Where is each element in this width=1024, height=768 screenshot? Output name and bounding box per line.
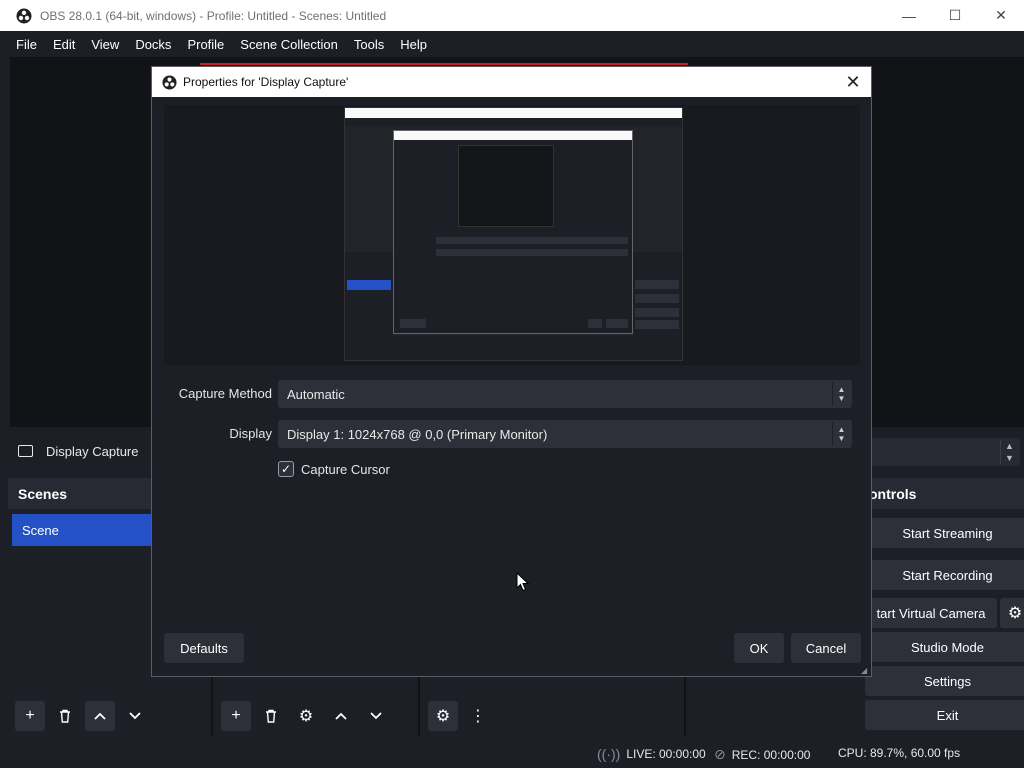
move-scene-up-button[interactable]: [85, 701, 115, 731]
trash-icon: [60, 709, 70, 723]
move-source-down-button[interactable]: [361, 701, 391, 731]
chevron-up-icon: [94, 712, 106, 720]
close-window-button[interactable]: ✕: [978, 0, 1024, 31]
remove-scene-button[interactable]: [50, 701, 80, 731]
display-select[interactable]: Display 1: 1024x768 @ 0,0 (Primary Monit…: [278, 420, 852, 448]
remove-source-button[interactable]: [256, 701, 286, 731]
scenes-toolbar: +: [15, 700, 155, 732]
trash-icon: [266, 709, 276, 723]
cpu-status: CPU: 89.7%, 60.00 fps: [838, 746, 961, 760]
mouse-cursor-icon: [516, 572, 530, 592]
controls-header: ontrols: [855, 478, 1024, 509]
menu-view[interactable]: View: [83, 37, 127, 52]
kebab-menu-icon: ⋮: [470, 708, 486, 725]
chevron-up-icon: [335, 712, 347, 720]
start-streaming-button[interactable]: Start Streaming: [865, 518, 1024, 548]
select-spinner-icon: ▲ ▼: [1000, 440, 1018, 464]
chevron-down-icon: [129, 712, 141, 720]
move-scene-down-button[interactable]: [120, 701, 150, 731]
rec-status: ⊘ REC: 00:00:00: [714, 746, 810, 763]
capture-cursor-checkbox[interactable]: ✓: [278, 461, 294, 477]
maximize-button[interactable]: ☐: [932, 0, 978, 31]
capture-method-value: Automatic: [287, 386, 345, 402]
ok-button[interactable]: OK: [734, 633, 784, 663]
studio-mode-button[interactable]: Studio Mode: [865, 632, 1024, 662]
menu-tools[interactable]: Tools: [346, 37, 392, 52]
sources-toolbar: + ⚙: [221, 700, 396, 732]
dialog-close-button[interactable]: ✕: [843, 72, 863, 92]
rec-time: REC: 00:00:00: [731, 747, 811, 762]
minimize-button[interactable]: —: [886, 0, 932, 31]
window-title: OBS 28.0.1 (64-bit, windows) - Profile: …: [40, 8, 387, 23]
add-source-button[interactable]: +: [221, 701, 251, 731]
mixer-toolbar: ⚙ ⋮: [428, 700, 498, 732]
window-titlebar: OBS 28.0.1 (64-bit, windows) - Profile: …: [0, 0, 1024, 31]
select-spinner-icon: ▲ ▼: [832, 422, 850, 446]
settings-button[interactable]: Settings: [865, 666, 1024, 696]
live-status: ((·)) LIVE: 00:00:00: [597, 746, 706, 762]
move-source-up-button[interactable]: [326, 701, 356, 731]
obs-logo-icon: [16, 8, 32, 23]
dock-divider: [684, 676, 686, 736]
source-option-select[interactable]: ▲ ▼: [870, 438, 1020, 466]
dialog-title: Properties for 'Display Capture': [183, 75, 349, 89]
monitor-icon: [18, 445, 33, 457]
source-properties-button[interactable]: ⚙: [291, 701, 321, 731]
menu-help[interactable]: Help: [392, 37, 435, 52]
live-time: LIVE: 00:00:00: [626, 747, 706, 761]
virtual-camera-settings-button[interactable]: ⚙: [1000, 598, 1024, 628]
select-spinner-icon: ▲ ▼: [832, 382, 850, 406]
dock-divider: [211, 676, 213, 736]
defaults-button[interactable]: Defaults: [164, 633, 244, 663]
capture-method-label: Capture Method: [178, 386, 272, 401]
plus-icon: +: [25, 707, 35, 724]
properties-dialog: Properties for 'Display Capture' ✕ Captu…: [151, 66, 872, 677]
source-preview-image: [344, 107, 683, 361]
checkmark-icon: ✓: [280, 462, 292, 476]
record-disabled-icon: ⊘: [714, 746, 726, 762]
mixer-settings-button[interactable]: ⚙: [428, 701, 458, 731]
resize-grip-icon[interactable]: ◢: [861, 666, 869, 675]
broadcast-icon: ((·)): [597, 746, 621, 762]
obs-logo-icon: [162, 74, 177, 90]
menu-edit[interactable]: Edit: [45, 37, 83, 52]
menu-scene-collection[interactable]: Scene Collection: [232, 37, 346, 52]
cancel-button[interactable]: Cancel: [791, 633, 861, 663]
menu-bar: File Edit View Docks Profile Scene Colle…: [0, 31, 1024, 57]
gear-icon: ⚙: [435, 708, 451, 725]
plus-icon: +: [231, 707, 241, 724]
capture-method-select[interactable]: Automatic ▲ ▼: [278, 380, 852, 408]
capture-cursor-label: Capture Cursor: [301, 461, 390, 477]
status-bar: ((·)) LIVE: 00:00:00 ⊘ REC: 00:00:00 CPU…: [0, 738, 1024, 768]
menu-docks[interactable]: Docks: [127, 37, 179, 52]
start-recording-button[interactable]: Start Recording: [865, 560, 1024, 590]
gear-icon: ⚙: [1007, 605, 1023, 622]
controls-dock: ontrols Start Streaming Start Recording …: [855, 478, 1024, 736]
menu-file[interactable]: File: [8, 37, 45, 52]
menu-profile[interactable]: Profile: [179, 37, 232, 52]
add-scene-button[interactable]: +: [15, 701, 45, 731]
gear-icon: ⚙: [298, 708, 314, 725]
preview-selection-border: [200, 63, 688, 65]
chevron-down-icon: [370, 712, 382, 720]
close-icon: ✕: [845, 71, 861, 92]
selected-source-name: Display Capture: [46, 444, 139, 459]
dialog-titlebar: Properties for 'Display Capture' ✕: [152, 67, 871, 97]
display-value: Display 1: 1024x768 @ 0,0 (Primary Monit…: [287, 426, 548, 442]
capture-cursor-row: ✓ Capture Cursor: [278, 461, 390, 477]
dock-divider: [418, 676, 420, 736]
exit-button[interactable]: Exit: [865, 700, 1024, 730]
mixer-menu-button[interactable]: ⋮: [463, 701, 493, 731]
display-label: Display: [229, 426, 272, 441]
start-virtual-camera-button[interactable]: tart Virtual Camera: [865, 598, 997, 628]
